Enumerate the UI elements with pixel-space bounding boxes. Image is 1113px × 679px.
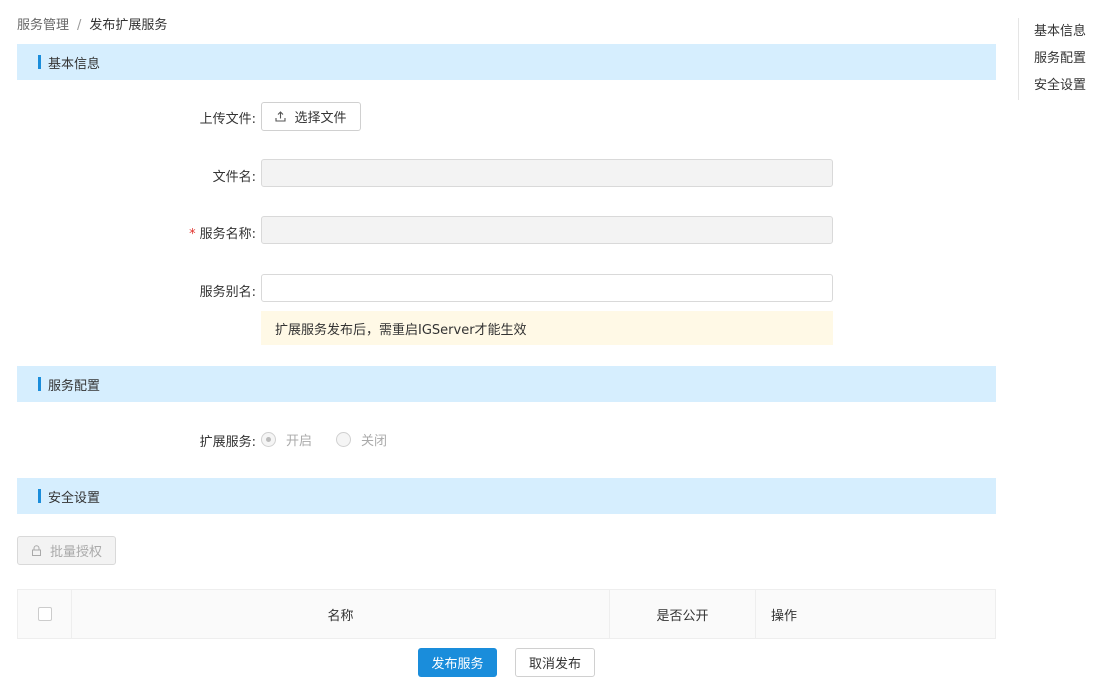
radio-button-on[interactable] (261, 432, 276, 447)
section-marker (38, 55, 41, 69)
upload-label: 上传文件: (199, 112, 256, 127)
section-title: 服务配置 (48, 379, 101, 394)
section-basic-info: 基本信息 (17, 44, 996, 80)
upload-icon (275, 111, 287, 122)
choose-file-label: 选择文件 (294, 111, 347, 126)
section-marker (38, 377, 41, 391)
publish-button[interactable]: 发布服务 (418, 648, 497, 677)
breadcrumb-separator: / (77, 18, 82, 33)
file-name-label: 文件名: (212, 170, 256, 185)
radio-button-off[interactable] (336, 432, 352, 447)
ext-service-label: 扩展服务: (199, 435, 256, 450)
radio-option-off[interactable]: 关闭 (336, 430, 387, 449)
required-marker: * (189, 227, 196, 242)
file-name-field[interactable] (261, 159, 833, 187)
anchor-basic-info[interactable]: 基本信息 (1034, 18, 1086, 45)
section-marker (38, 489, 41, 503)
anchor-service-config[interactable]: 服务配置 (1034, 45, 1086, 72)
header-operations: 操作 (771, 608, 798, 624)
section-title: 安全设置 (48, 491, 101, 506)
service-alias-field[interactable] (261, 274, 833, 302)
radio-option-on[interactable]: 开启 (261, 430, 312, 449)
service-name-label: 服务名称: (199, 227, 256, 242)
security-table-header: 名称 是否公开 操作 (17, 589, 996, 639)
cancel-button[interactable]: 取消发布 (515, 648, 595, 677)
service-alias-label: 服务别名: (199, 285, 256, 300)
select-all-checkbox[interactable] (37, 607, 52, 621)
ext-service-radio-group: 开启 关闭 (261, 430, 411, 449)
batch-authorize-button[interactable]: 批量授权 (17, 536, 116, 565)
lock-icon (31, 545, 41, 556)
radio-label-off: 关闭 (361, 434, 388, 449)
anchor-security[interactable]: 安全设置 (1034, 72, 1086, 99)
header-select-all-cell (18, 590, 72, 638)
service-name-field[interactable] (261, 216, 833, 244)
breadcrumb: 服务管理 / 发布扩展服务 (17, 14, 167, 33)
header-name: 名称 (72, 590, 610, 638)
batch-authorize-label: 批量授权 (49, 545, 102, 560)
breadcrumb-parent[interactable]: 服务管理 (17, 18, 69, 33)
anchor-nav: 基本信息 服务配置 安全设置 (1018, 18, 1086, 100)
choose-file-button[interactable]: 选择文件 (261, 102, 361, 131)
restart-notice: 扩展服务发布后，需重启IGServer才能生效 (261, 311, 833, 345)
section-title: 基本信息 (48, 57, 101, 72)
service-name-label-row: * 服务名称: (17, 223, 256, 242)
breadcrumb-current: 发布扩展服务 (89, 18, 168, 33)
header-public: 是否公开 (610, 590, 756, 638)
section-service-config: 服务配置 (17, 366, 996, 402)
section-security: 安全设置 (17, 478, 996, 514)
radio-label-on: 开启 (286, 434, 313, 449)
